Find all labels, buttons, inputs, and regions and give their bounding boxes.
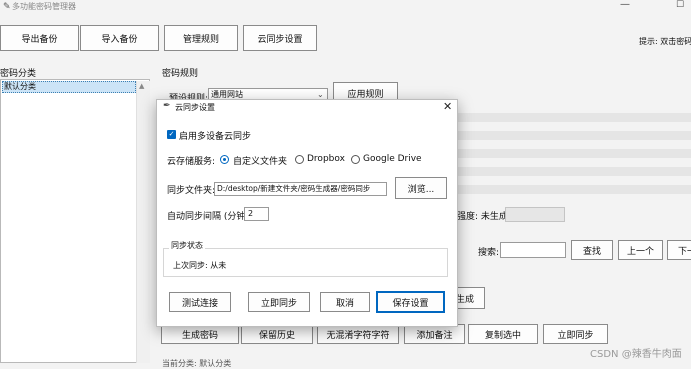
list-stripe — [458, 131, 691, 140]
window-title: 多功能密码管理器 — [12, 2, 76, 11]
find-button[interactable]: 查找 — [571, 240, 613, 260]
watermark: CSDN @辣香牛肉面 — [590, 349, 682, 360]
sync-folder-label: 同步文件夹: — [167, 186, 216, 196]
sync-folder-input[interactable]: D:/desktop/新建文件夹/密码生成器/密码同步 — [214, 182, 387, 196]
storage-service-label: 云存储服务: — [167, 157, 216, 167]
radio-custom-folder[interactable] — [220, 155, 229, 164]
feather-icon: ✒ — [163, 101, 171, 111]
copy-selected-button[interactable]: 复制选中 — [468, 324, 538, 344]
export-backup-button[interactable]: 导出备份 — [0, 25, 79, 51]
next-button[interactable]: 下一 — [667, 240, 691, 260]
maximize-button[interactable]: ☐ — [676, 0, 684, 10]
toolbar-hint: 提示: 双击密码可 — [639, 37, 691, 46]
list-stripe — [458, 113, 691, 122]
list-stripe — [458, 167, 691, 176]
radio-custom-folder-label: 自定义文件夹 — [233, 157, 288, 167]
strength-label: 强度: 未生成 — [457, 212, 508, 222]
sync-now-button[interactable]: 立即同步 — [248, 292, 310, 312]
current-category-text: 当前分类: 默认分类 — [162, 359, 232, 368]
radio-dropbox-label: Dropbox — [307, 154, 345, 164]
search-input[interactable] — [500, 242, 566, 258]
last-sync-text: 上次同步: 从未 — [173, 261, 227, 270]
sync-interval-label: 自动同步间隔 (分钟): — [167, 212, 252, 222]
test-connection-button[interactable]: 测试连接 — [169, 292, 231, 312]
save-settings-button[interactable]: 保存设置 — [376, 291, 445, 313]
enable-sync-checkbox[interactable]: ✓ — [167, 130, 176, 139]
minimize-button[interactable]: — — [620, 0, 630, 10]
browse-button[interactable]: 浏览... — [395, 177, 447, 199]
manage-rules-button[interactable]: 管理规则 — [164, 25, 238, 51]
list-stripe — [458, 149, 691, 158]
category-title: 密码分类 — [0, 69, 37, 79]
save-history-button[interactable]: 保留历史 — [241, 324, 313, 344]
chevron-down-icon[interactable]: ⌄ — [317, 90, 324, 99]
search-label: 搜索: — [478, 248, 500, 258]
list-stripe — [458, 185, 691, 194]
category-item[interactable]: 默认分类 — [2, 81, 136, 93]
category-scrollbar[interactable] — [136, 81, 150, 363]
prev-button[interactable]: 上一个 — [618, 240, 663, 260]
strength-bar — [505, 207, 565, 222]
dialog-title: 云同步设置 — [175, 103, 215, 112]
title-bar: ✎ 多功能密码管理器 — ☐ — [0, 0, 691, 14]
sync-now-main-button[interactable]: 立即同步 — [543, 324, 608, 344]
import-backup-button[interactable]: 导入备份 — [80, 25, 159, 51]
sync-interval-input[interactable]: 2 — [244, 207, 269, 221]
cloud-sync-settings-button[interactable]: 云同步设置 — [243, 25, 317, 51]
generate-password-button[interactable]: 生成密码 — [161, 324, 239, 344]
close-icon[interactable]: ✕ — [443, 100, 452, 113]
category-list[interactable]: 默认分类 ▲ — [0, 79, 150, 363]
password-rules-title: 密码规则 — [162, 69, 199, 79]
enable-sync-label: 启用多设备云同步 — [179, 132, 252, 142]
add-note-button[interactable]: 添加备注 — [404, 324, 465, 344]
cloud-sync-dialog: ✒ 云同步设置 ✕ ✓ 启用多设备云同步 云存储服务: 自定义文件夹 Dropb… — [156, 99, 458, 327]
no-confusing-chars-button[interactable]: 无混淆字符字符 — [317, 324, 399, 344]
radio-google-drive[interactable] — [351, 155, 360, 164]
cancel-button[interactable]: 取消 — [320, 292, 370, 312]
radio-google-drive-label: Google Drive — [363, 154, 422, 164]
radio-dropbox[interactable] — [295, 155, 304, 164]
sync-status-title: 同步状态 — [169, 240, 205, 251]
scroll-up-icon[interactable]: ▲ — [139, 82, 144, 90]
app-icon: ✎ — [3, 2, 11, 12]
